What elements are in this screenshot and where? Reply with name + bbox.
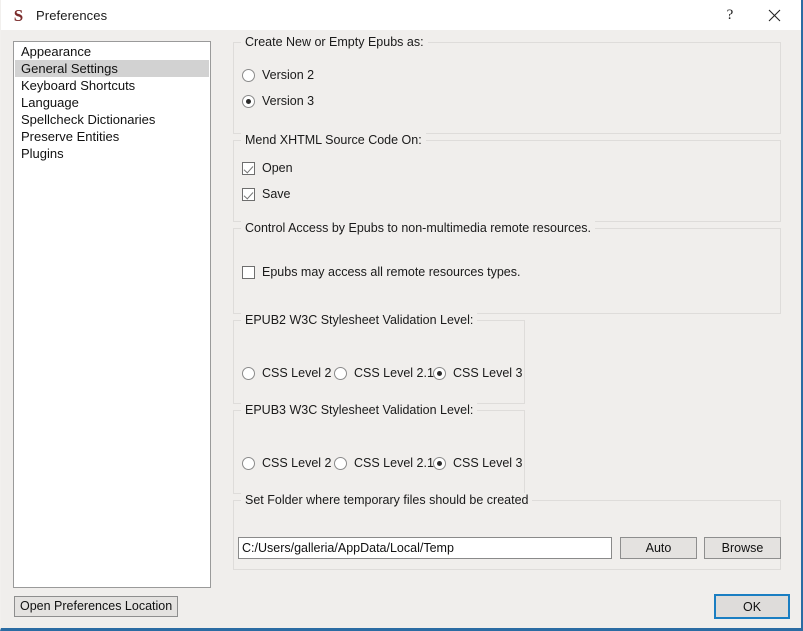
preferences-dialog: S Preferences ? Appearance General Setti… bbox=[0, 0, 803, 631]
group-temp-folder-title: Set Folder where temporary files should … bbox=[241, 493, 533, 507]
radio-row-version-3[interactable]: Version 3 bbox=[242, 94, 314, 108]
radio-version-3[interactable] bbox=[242, 94, 255, 108]
radio-epub3-css-level-2-1[interactable] bbox=[334, 456, 347, 470]
checkbox-mend-on-open[interactable] bbox=[242, 161, 255, 175]
radio-epub3-css-level-2[interactable] bbox=[242, 456, 255, 470]
sidebar-item-language[interactable]: Language bbox=[15, 94, 209, 111]
checkbox-allow-remote-resources-label: Epubs may access all remote resources ty… bbox=[262, 265, 521, 279]
radio-epub3-css-level-3[interactable] bbox=[433, 456, 446, 470]
radio-epub3-css-level-2-label: CSS Level 2 bbox=[262, 456, 332, 470]
ok-button[interactable]: OK bbox=[714, 594, 790, 619]
group-remote-access-title: Control Access by Epubs to non-multimedi… bbox=[241, 221, 595, 235]
group-create-epubs-title: Create New or Empty Epubs as: bbox=[241, 35, 428, 49]
group-epub3-css-level: EPUB3 W3C Stylesheet Validation Level: C… bbox=[233, 403, 525, 494]
title-bar: S Preferences ? bbox=[1, 0, 801, 30]
general-settings-panel: Create New or Empty Epubs as: Version 2 … bbox=[233, 35, 785, 616]
checkbox-mend-on-save[interactable] bbox=[242, 187, 255, 201]
radio-epub2-css-level-2-1[interactable] bbox=[334, 366, 347, 380]
radio-row-epub2-css3[interactable]: CSS Level 3 bbox=[433, 366, 522, 380]
ok-button-label: OK bbox=[742, 599, 762, 614]
open-preferences-location-button[interactable]: Open Preferences Location bbox=[14, 596, 179, 617]
radio-version-3-label: Version 3 bbox=[262, 94, 315, 108]
radio-row-epub2-css21[interactable]: CSS Level 2.1 bbox=[334, 366, 434, 380]
checkbox-allow-remote-resources[interactable] bbox=[242, 265, 255, 279]
radio-row-epub2-css2[interactable]: CSS Level 2 bbox=[242, 366, 331, 380]
radio-version-2[interactable] bbox=[242, 68, 255, 82]
radio-epub2-css-level-2-1-label: CSS Level 2.1 bbox=[354, 366, 434, 380]
radio-row-epub3-css2[interactable]: CSS Level 2 bbox=[242, 456, 331, 470]
group-create-epubs: Create New or Empty Epubs as: Version 2 … bbox=[233, 35, 781, 134]
radio-row-epub3-css21[interactable]: CSS Level 2.1 bbox=[334, 456, 434, 470]
group-temp-folder: Set Folder where temporary files should … bbox=[233, 493, 781, 570]
checkbox-mend-on-open-label: Open bbox=[262, 161, 293, 175]
group-mend-xhtml-title: Mend XHTML Source Code On: bbox=[241, 133, 426, 147]
group-remote-access: Control Access by Epubs to non-multimedi… bbox=[233, 221, 781, 314]
temp-folder-browse-button[interactable]: Browse bbox=[704, 537, 781, 559]
sidebar-item-appearance[interactable]: Appearance bbox=[15, 43, 209, 60]
group-epub3-css-level-title: EPUB3 W3C Stylesheet Validation Level: bbox=[241, 403, 478, 417]
group-mend-xhtml: Mend XHTML Source Code On: Open Save bbox=[233, 133, 781, 222]
sidebar-item-spellcheck-dictionaries[interactable]: Spellcheck Dictionaries bbox=[15, 111, 209, 128]
radio-epub3-css-level-2-1-label: CSS Level 2.1 bbox=[354, 456, 434, 470]
window-title: Preferences bbox=[36, 7, 108, 23]
sidebar-item-general-settings[interactable]: General Settings bbox=[15, 60, 209, 77]
sidebar-item-preserve-entities[interactable]: Preserve Entities bbox=[15, 128, 209, 145]
radio-epub2-css-level-2[interactable] bbox=[242, 366, 255, 380]
preferences-category-list[interactable]: Appearance General Settings Keyboard Sho… bbox=[13, 41, 211, 588]
radio-row-version-2[interactable]: Version 2 bbox=[242, 68, 314, 82]
radio-version-2-label: Version 2 bbox=[262, 68, 315, 82]
temp-folder-auto-button[interactable]: Auto bbox=[620, 537, 697, 559]
sidebar-item-plugins[interactable]: Plugins bbox=[15, 145, 209, 162]
group-epub2-css-level-title: EPUB2 W3C Stylesheet Validation Level: bbox=[241, 313, 478, 327]
radio-epub2-css-level-3-label: CSS Level 3 bbox=[453, 366, 523, 380]
radio-row-epub3-css3[interactable]: CSS Level 3 bbox=[433, 456, 522, 470]
temp-folder-path-input[interactable] bbox=[238, 537, 612, 559]
checkbox-row-mend-open[interactable]: Open bbox=[242, 161, 293, 175]
checkbox-mend-on-save-label: Save bbox=[262, 187, 291, 201]
dialog-body: Appearance General Settings Keyboard Sho… bbox=[1, 30, 801, 628]
radio-epub2-css-level-3[interactable] bbox=[433, 366, 446, 380]
radio-epub2-css-level-2-label: CSS Level 2 bbox=[262, 366, 332, 380]
group-epub2-css-level: EPUB2 W3C Stylesheet Validation Level: C… bbox=[233, 313, 525, 404]
close-icon[interactable] bbox=[751, 0, 797, 30]
sidebar-item-keyboard-shortcuts[interactable]: Keyboard Shortcuts bbox=[15, 77, 209, 94]
checkbox-row-remote-resources[interactable]: Epubs may access all remote resources ty… bbox=[242, 265, 520, 279]
help-icon[interactable]: ? bbox=[707, 0, 753, 30]
sigil-logo-icon: S bbox=[13, 5, 24, 25]
radio-epub3-css-level-3-label: CSS Level 3 bbox=[453, 456, 523, 470]
checkbox-row-mend-save[interactable]: Save bbox=[242, 187, 291, 201]
